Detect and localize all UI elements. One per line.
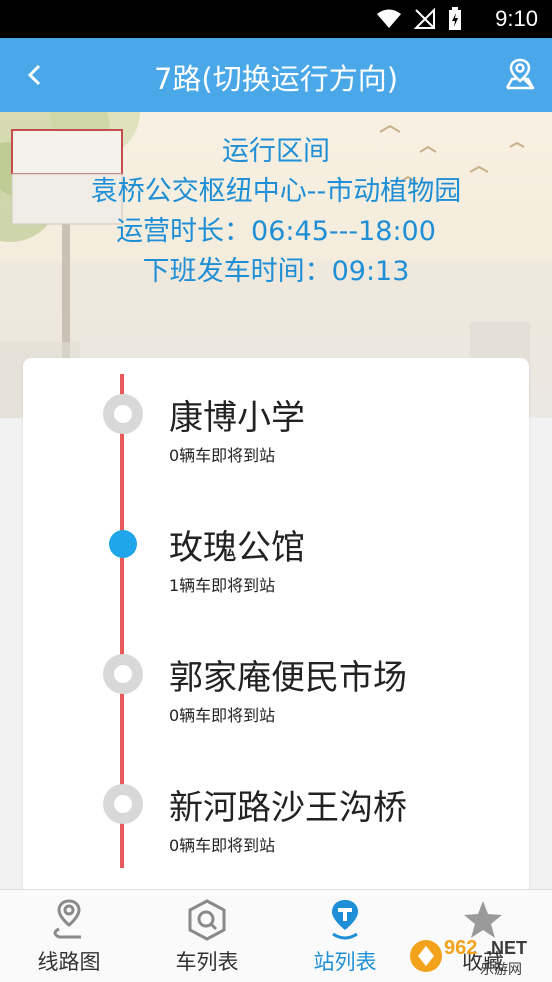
tab-bus-list[interactable]: 车列表 [138,890,276,982]
battery-charging-icon [449,7,461,30]
station-item[interactable]: 康博小学 0辆车即将到站 [23,358,529,465]
section-value: 袁桥公交枢纽中心--市动植物园 [90,176,462,207]
station-name: 新河路沙王沟桥 [169,788,407,828]
station-list-card: 康博小学 0辆车即将到站 玫瑰公馆 1辆车即将到站 郭家庵便民市场 0辆车即将到… [23,358,529,898]
svg-text:962: 962 [444,937,477,959]
station-marker-icon [103,654,143,694]
map-location-button[interactable] [500,54,540,94]
station-name: 郭家庵便民市场 [169,658,407,698]
tab-label: 车列表 [175,950,239,974]
page-title[interactable]: 7路(切换运行方向) [0,56,552,98]
svg-text:.NET: .NET [486,938,527,958]
tab-station-list[interactable]: 站列表 [276,890,414,982]
status-icons [376,7,462,31]
bus-list-icon [188,899,226,941]
status-time: 9:10 [495,6,538,31]
route-map-icon [53,899,81,939]
station-arrivals: 0辆车即将到站 [169,446,276,465]
title-bar: 7路(切换运行方向) [0,38,552,112]
tab-label: 站列表 [313,950,377,974]
section-label: 运行区间 [222,136,330,167]
status-bar: 9:10 [0,0,552,38]
svg-text:乐游网: 乐游网 [480,962,522,978]
tab-route-map[interactable]: 线路图 [0,890,138,982]
signal-off-icon [414,8,435,29]
route-info: 运行区间 袁桥公交枢纽中心--市动植物园 运营时长：06:45---18:00 … [0,132,552,292]
watermark-logo: 962 .NET 乐游网 [406,930,546,978]
operating-hours: 运营时长：06:45---18:00 [116,216,436,247]
tab-label: 线路图 [37,950,101,974]
watermark-logo-icon: 962 .NET 乐游网 [410,937,527,978]
station-marker-icon [103,394,143,434]
next-departure: 下班发车时间：09:13 [142,256,410,287]
station-arrivals: 1辆车即将到站 [169,576,276,595]
station-marker-icon [103,784,143,824]
station-list-icon [332,900,358,940]
station-item[interactable]: 郭家庵便民市场 0辆车即将到站 [23,618,529,725]
station-item-active[interactable]: 玫瑰公馆 1辆车即将到站 [23,488,529,595]
map-pin-icon [505,58,535,90]
station-arrivals: 0辆车即将到站 [169,836,276,855]
current-station-marker-icon [109,530,137,558]
station-name: 康博小学 [169,398,305,438]
wifi-icon [377,9,401,28]
station-item[interactable]: 新河路沙王沟桥 0辆车即将到站 [23,748,529,855]
station-name: 玫瑰公馆 [169,528,305,568]
station-arrivals: 0辆车即将到站 [169,706,276,725]
